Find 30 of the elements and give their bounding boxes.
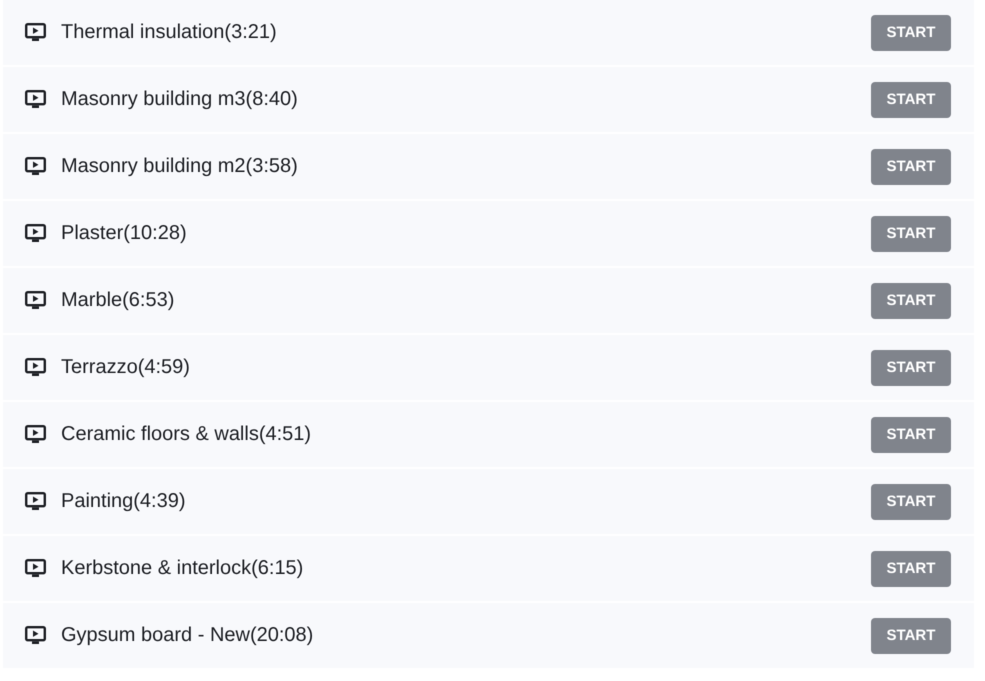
video-icon bbox=[25, 291, 46, 310]
video-icon bbox=[25, 559, 46, 578]
start-button[interactable]: START bbox=[871, 282, 951, 318]
start-button[interactable]: START bbox=[871, 82, 951, 118]
start-button[interactable]: START bbox=[871, 618, 951, 654]
lecture-title: Kerbstone & interlock(6:15) bbox=[61, 557, 304, 580]
start-button[interactable]: START bbox=[871, 350, 951, 386]
lecture-title: Terrazzo(4:59) bbox=[61, 356, 191, 379]
lecture-title: Gypsum board - New(20:08) bbox=[61, 624, 314, 647]
video-icon bbox=[25, 626, 46, 645]
lecture-title: Ceramic floors & walls(4:51) bbox=[61, 423, 312, 446]
lecture-title: Masonry building m2(3:58) bbox=[61, 155, 299, 178]
start-button[interactable]: START bbox=[871, 14, 951, 50]
lecture-title: Masonry building m3(8:40) bbox=[61, 88, 299, 111]
start-button[interactable]: START bbox=[871, 148, 951, 184]
video-icon bbox=[25, 90, 46, 109]
start-button[interactable]: START bbox=[871, 216, 951, 252]
lecture-title: Plaster(10:28) bbox=[61, 222, 188, 245]
lecture-title: Thermal insulation(3:21) bbox=[61, 21, 278, 44]
video-icon bbox=[25, 358, 46, 377]
video-icon bbox=[25, 224, 46, 243]
video-icon bbox=[25, 157, 46, 176]
start-button[interactable]: START bbox=[871, 416, 951, 452]
video-icon bbox=[25, 23, 46, 42]
lecture-title: Painting(4:39) bbox=[61, 490, 187, 513]
video-icon bbox=[25, 492, 46, 511]
lecture-title: Marble(6:53) bbox=[61, 289, 176, 312]
video-icon bbox=[25, 425, 46, 444]
start-button[interactable]: START bbox=[871, 550, 951, 586]
start-button[interactable]: START bbox=[871, 484, 951, 520]
